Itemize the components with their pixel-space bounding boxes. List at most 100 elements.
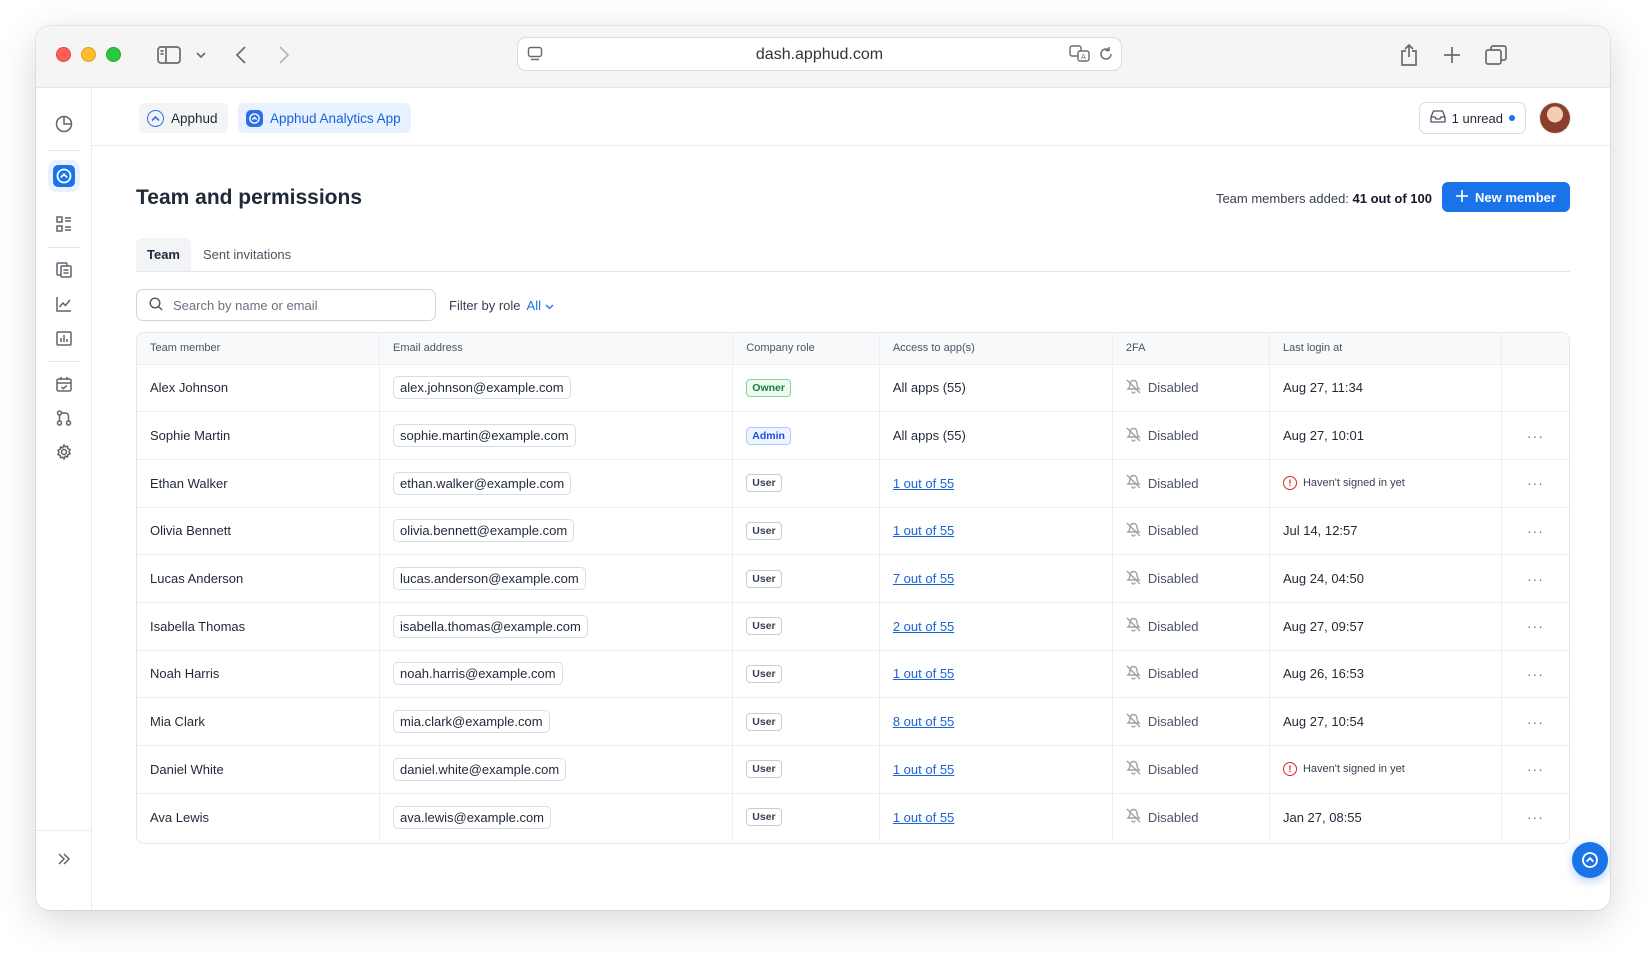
- role-cell: User: [732, 601, 880, 651]
- email-pill[interactable]: lucas.anderson@example.com: [393, 567, 586, 591]
- dashboard-grid-icon[interactable]: [48, 208, 80, 240]
- twofa-text: Disabled: [1147, 475, 1199, 491]
- tab-overview-icon[interactable]: [1484, 43, 1508, 67]
- access-link[interactable]: 8 out of 55: [893, 714, 954, 729]
- email-pill[interactable]: noah.harris@example.com: [393, 662, 563, 686]
- last-login-cell: Aug 27, 09:57: [1269, 601, 1502, 651]
- twofa-text: Disabled: [1147, 761, 1199, 777]
- support-chat-button[interactable]: [1572, 842, 1608, 878]
- calendar-icon[interactable]: [48, 368, 80, 400]
- role-filter-dropdown[interactable]: All: [527, 298, 554, 313]
- email-pill[interactable]: ava.lewis@example.com: [393, 805, 552, 829]
- email-pill[interactable]: isabella.thomas@example.com: [393, 614, 588, 638]
- org-chip-label: Apphud: [171, 110, 218, 126]
- column-header[interactable]: Last login at: [1269, 333, 1502, 364]
- more-actions-icon[interactable]: ···: [1527, 761, 1544, 777]
- zoom-window-button[interactable]: [106, 47, 121, 62]
- pie-chart-icon[interactable]: [48, 108, 80, 140]
- column-header[interactable]: Email address: [379, 333, 734, 364]
- back-icon[interactable]: [233, 43, 249, 67]
- search-icon: [149, 296, 163, 314]
- email-pill[interactable]: olivia.bennett@example.com: [393, 519, 575, 543]
- access-cell: 1 out of 55: [879, 458, 1113, 508]
- tab-sent-invitations[interactable]: Sent invitations: [192, 238, 302, 271]
- share-icon[interactable]: [1397, 43, 1421, 67]
- access-cell: 2 out of 55: [879, 601, 1113, 651]
- access-link[interactable]: 1 out of 55: [893, 762, 954, 777]
- sidebar-toggle-icon[interactable]: [156, 43, 182, 67]
- app-chip[interactable]: Apphud Analytics App: [238, 103, 411, 133]
- tab-team[interactable]: Team: [136, 238, 191, 271]
- left-nav-rail: [36, 88, 92, 910]
- email-cell: mia.clark@example.com: [379, 697, 734, 746]
- settings-icon[interactable]: [48, 436, 80, 468]
- role-cell: Admin: [732, 411, 880, 460]
- more-actions-icon[interactable]: ···: [1527, 666, 1544, 682]
- apphud-logo-icon[interactable]: [48, 160, 80, 192]
- chevron-down-icon[interactable]: [194, 43, 208, 67]
- bell-off-icon: [1126, 713, 1141, 731]
- more-actions-icon[interactable]: ···: [1527, 428, 1544, 444]
- new-member-button[interactable]: New member: [1442, 182, 1570, 212]
- bell-off-icon: [1126, 379, 1141, 397]
- more-actions-icon[interactable]: ···: [1527, 809, 1544, 825]
- role-filter: Filter by role All: [449, 298, 554, 313]
- table-row: Olivia Bennett olivia.bennett@example.com…: [137, 506, 1569, 555]
- more-actions-icon[interactable]: ···: [1527, 618, 1544, 634]
- twofa-text: Disabled: [1147, 523, 1199, 539]
- email-pill[interactable]: ethan.walker@example.com: [393, 471, 572, 495]
- email-cell: daniel.white@example.com: [379, 745, 734, 794]
- address-bar[interactable]: dash.apphud.com A: [517, 37, 1122, 71]
- email-pill[interactable]: alex.johnson@example.com: [393, 376, 571, 400]
- org-chip[interactable]: Apphud: [139, 103, 228, 133]
- filter-label: Filter by role: [449, 298, 521, 313]
- email-pill[interactable]: sophie.martin@example.com: [393, 424, 576, 448]
- close-window-button[interactable]: [56, 47, 71, 62]
- minimize-window-button[interactable]: [81, 47, 96, 62]
- actions-cell: ···: [1501, 554, 1569, 603]
- last-login-cell: Aug 27, 11:34: [1269, 363, 1502, 412]
- column-header[interactable]: 2FA: [1112, 333, 1270, 364]
- email-pill[interactable]: daniel.white@example.com: [393, 757, 567, 781]
- more-actions-icon[interactable]: ···: [1527, 571, 1544, 587]
- access-link[interactable]: 7 out of 55: [893, 571, 954, 586]
- twofa-status: Disabled: [1126, 713, 1269, 731]
- expand-icon[interactable]: [48, 843, 80, 875]
- access-link[interactable]: 1 out of 55: [893, 476, 954, 491]
- search-input[interactable]: [173, 297, 413, 313]
- more-actions-icon[interactable]: ···: [1527, 475, 1544, 491]
- team-table: Team member Email address Company role A…: [136, 332, 1570, 844]
- access-link[interactable]: 1 out of 55: [893, 666, 954, 681]
- forward-icon[interactable]: [276, 43, 292, 67]
- twofa-status: Disabled: [1126, 617, 1269, 635]
- column-header[interactable]: Access to app(s): [879, 333, 1113, 364]
- line-chart-icon[interactable]: [48, 288, 80, 320]
- access-link[interactable]: 2 out of 55: [893, 619, 954, 634]
- reload-icon[interactable]: [1098, 46, 1114, 65]
- flows-icon[interactable]: [48, 402, 80, 434]
- translate-icon[interactable]: A: [1069, 45, 1091, 66]
- more-actions-icon[interactable]: ···: [1527, 523, 1544, 539]
- main-content: Team and permissions Team members added:…: [92, 146, 1610, 910]
- twofa-text: Disabled: [1147, 571, 1199, 587]
- twofa-status: Disabled: [1126, 570, 1269, 588]
- actions-cell: ···: [1501, 745, 1569, 794]
- email-pill[interactable]: mia.clark@example.com: [393, 710, 550, 734]
- avatar[interactable]: [1540, 103, 1570, 133]
- twofa-text: Disabled: [1147, 666, 1199, 682]
- more-actions-icon[interactable]: ···: [1527, 714, 1544, 730]
- column-header[interactable]: Team member: [137, 333, 381, 364]
- new-tab-icon[interactable]: [1440, 43, 1464, 67]
- twofa-cell: Disabled: [1112, 745, 1270, 794]
- column-header[interactable]: Company role: [732, 333, 880, 364]
- reports-icon[interactable]: [48, 254, 80, 286]
- email-cell: alex.johnson@example.com: [379, 363, 734, 412]
- email-cell: isabella.thomas@example.com: [379, 601, 734, 651]
- table-row: Mia Clark mia.clark@example.com User 8 out …: [137, 697, 1569, 746]
- bar-chart-icon[interactable]: [48, 322, 80, 354]
- url-text: dash.apphud.com: [755, 46, 884, 63]
- access-link[interactable]: 1 out of 55: [893, 523, 954, 538]
- access-link[interactable]: 1 out of 55: [893, 810, 954, 825]
- inbox-button[interactable]: 1 unread: [1418, 102, 1526, 134]
- actions-cell: [1501, 363, 1569, 412]
